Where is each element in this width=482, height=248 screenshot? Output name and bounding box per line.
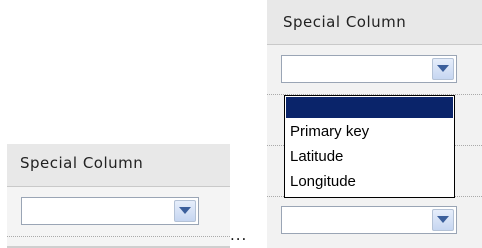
dropdown-arrow-button[interactable] [174, 200, 196, 222]
column-header-label: Special Column [283, 13, 407, 31]
dropdown-option-longitude[interactable]: Longitude [290, 173, 356, 190]
special-column-dropdown-list: Primary key Latitude Longitude [284, 95, 455, 198]
dropdown-option-primary-key[interactable]: Primary key [290, 123, 369, 140]
special-column-select[interactable] [21, 197, 199, 225]
column-header: Special Column [267, 0, 482, 45]
dropdown-option-latitude[interactable]: Latitude [290, 148, 343, 165]
dropdown-option-blank-highlighted[interactable] [286, 97, 453, 118]
chevron-down-icon [437, 65, 449, 72]
chevron-down-icon [437, 216, 449, 223]
dropdown-arrow-button[interactable] [432, 209, 454, 231]
column-header-label: Special Column [20, 154, 144, 172]
row-divider [7, 236, 230, 237]
dropdown-arrow-button[interactable] [432, 58, 454, 80]
ellipsis: ... [230, 226, 248, 244]
chevron-down-icon [179, 207, 191, 214]
column-body [7, 187, 230, 248]
special-column-panel-collapsed: Special Column [7, 144, 230, 248]
special-column-select-next-row[interactable] [281, 206, 457, 234]
column-header: Special Column [7, 144, 230, 187]
special-column-select[interactable] [281, 55, 457, 83]
